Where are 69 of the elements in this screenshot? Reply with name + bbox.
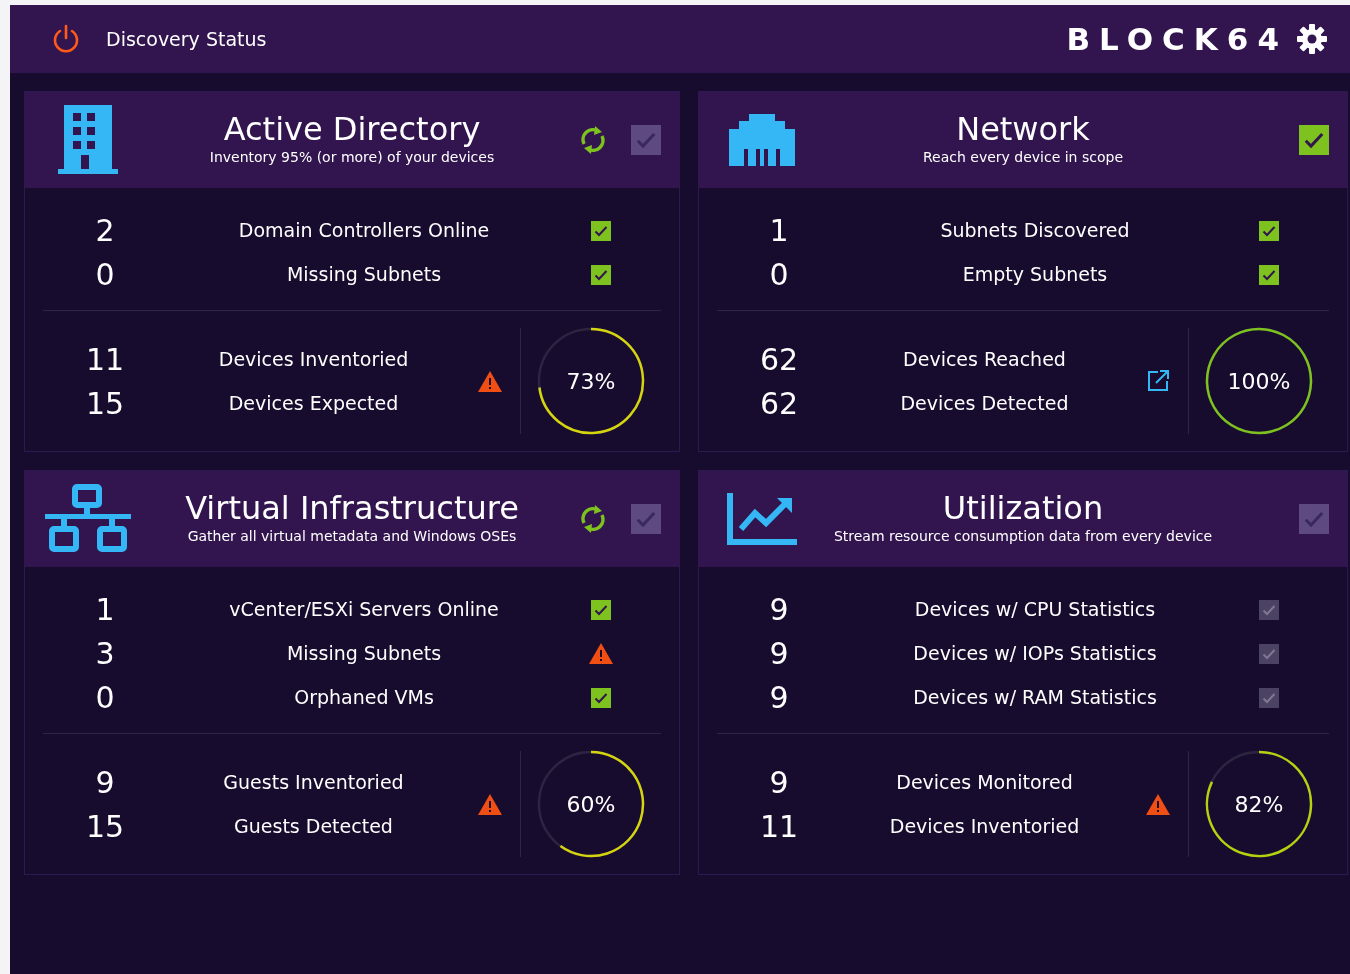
checkbox-icon bbox=[591, 687, 611, 708]
checkbox-icon bbox=[591, 220, 611, 241]
metric-label: Devices Detected bbox=[899, 391, 1070, 417]
card-title: Utilization bbox=[941, 490, 1105, 527]
checkbox-icon bbox=[591, 264, 611, 285]
metric-label: Domain Controllers Online bbox=[237, 218, 491, 244]
count-value: 15 bbox=[84, 808, 126, 846]
count-value: 9 bbox=[768, 591, 790, 629]
metric-label: Devices w/ CPU Statistics bbox=[913, 597, 1157, 623]
count-value: 9 bbox=[94, 764, 116, 802]
count-value: 62 bbox=[758, 385, 800, 423]
checkbox-icon bbox=[1259, 687, 1279, 708]
count-value: 9 bbox=[768, 679, 790, 717]
warning-icon bbox=[1146, 793, 1170, 815]
metric-label: Devices w/ IOPs Statistics bbox=[912, 641, 1158, 667]
metric-label: Devices Inventoried bbox=[888, 814, 1081, 840]
percent-value: 82% bbox=[1234, 792, 1284, 817]
percent-value: 60% bbox=[566, 792, 616, 817]
metric-label: Devices w/ RAM Statistics bbox=[912, 685, 1158, 711]
count-value: 62 bbox=[758, 341, 800, 379]
count-value: 0 bbox=[94, 679, 116, 717]
percent-value: 73% bbox=[566, 369, 616, 394]
page-title: Discovery Status bbox=[106, 26, 267, 52]
count-value: 9 bbox=[768, 764, 790, 802]
warning-icon bbox=[478, 370, 502, 392]
building-icon bbox=[58, 105, 118, 175]
card-subtitle: Stream resource consumption data from every device bbox=[832, 527, 1214, 547]
metric-label: vCenter/ESXi Servers Online bbox=[228, 597, 500, 623]
count-value: 11 bbox=[84, 341, 126, 379]
card-title: Active Directory bbox=[222, 111, 482, 148]
checkbox-icon bbox=[1259, 220, 1279, 241]
card-title: Network bbox=[955, 111, 1091, 148]
warning-icon bbox=[478, 793, 502, 815]
metric-label: Guests Inventoried bbox=[222, 770, 405, 796]
metric-label: Guests Detected bbox=[233, 814, 394, 840]
brand-logo: BLOCK64 bbox=[1066, 19, 1288, 59]
count-value: 0 bbox=[94, 256, 116, 294]
count-value: 1 bbox=[94, 591, 116, 629]
checkbox-icon bbox=[1259, 643, 1279, 664]
ethernet-icon bbox=[727, 114, 797, 166]
card-subtitle: Inventory 95% (or more) of your devices bbox=[208, 148, 496, 168]
warning-icon bbox=[589, 643, 613, 664]
line-chart-icon bbox=[727, 493, 797, 545]
count-value: 11 bbox=[758, 808, 800, 846]
metric-label: Devices Reached bbox=[902, 347, 1067, 373]
metric-label: Missing Subnets bbox=[285, 262, 443, 288]
count-value: 3 bbox=[94, 635, 116, 673]
external-link-icon[interactable] bbox=[1147, 370, 1169, 392]
checkbox-icon bbox=[1259, 264, 1279, 285]
card-title: Virtual Infrastructure bbox=[184, 490, 520, 527]
metric-label: Devices Inventoried bbox=[217, 347, 410, 373]
metric-label: Empty Subnets bbox=[961, 262, 1109, 288]
percent-value: 100% bbox=[1227, 369, 1291, 394]
network-diagram-icon bbox=[45, 484, 131, 554]
metric-label: Devices Monitored bbox=[895, 770, 1074, 796]
checkbox-icon bbox=[591, 599, 611, 620]
metric-label: Devices Expected bbox=[227, 391, 400, 417]
count-value: 15 bbox=[84, 385, 126, 423]
checkbox-icon bbox=[1259, 599, 1279, 620]
metric-label: Missing Subnets bbox=[285, 641, 443, 667]
settings-icon[interactable] bbox=[1296, 23, 1328, 55]
count-value: 2 bbox=[94, 212, 116, 250]
count-value: 1 bbox=[768, 212, 790, 250]
count-value: 9 bbox=[768, 635, 790, 673]
metric-label: Subnets Discovered bbox=[939, 218, 1131, 244]
metric-label: Orphaned VMs bbox=[293, 685, 435, 711]
count-value: 0 bbox=[768, 256, 790, 294]
card-subtitle: Reach every device in scope bbox=[922, 148, 1124, 168]
card-subtitle: Gather all virtual metadata and Windows OSEs bbox=[186, 527, 518, 547]
